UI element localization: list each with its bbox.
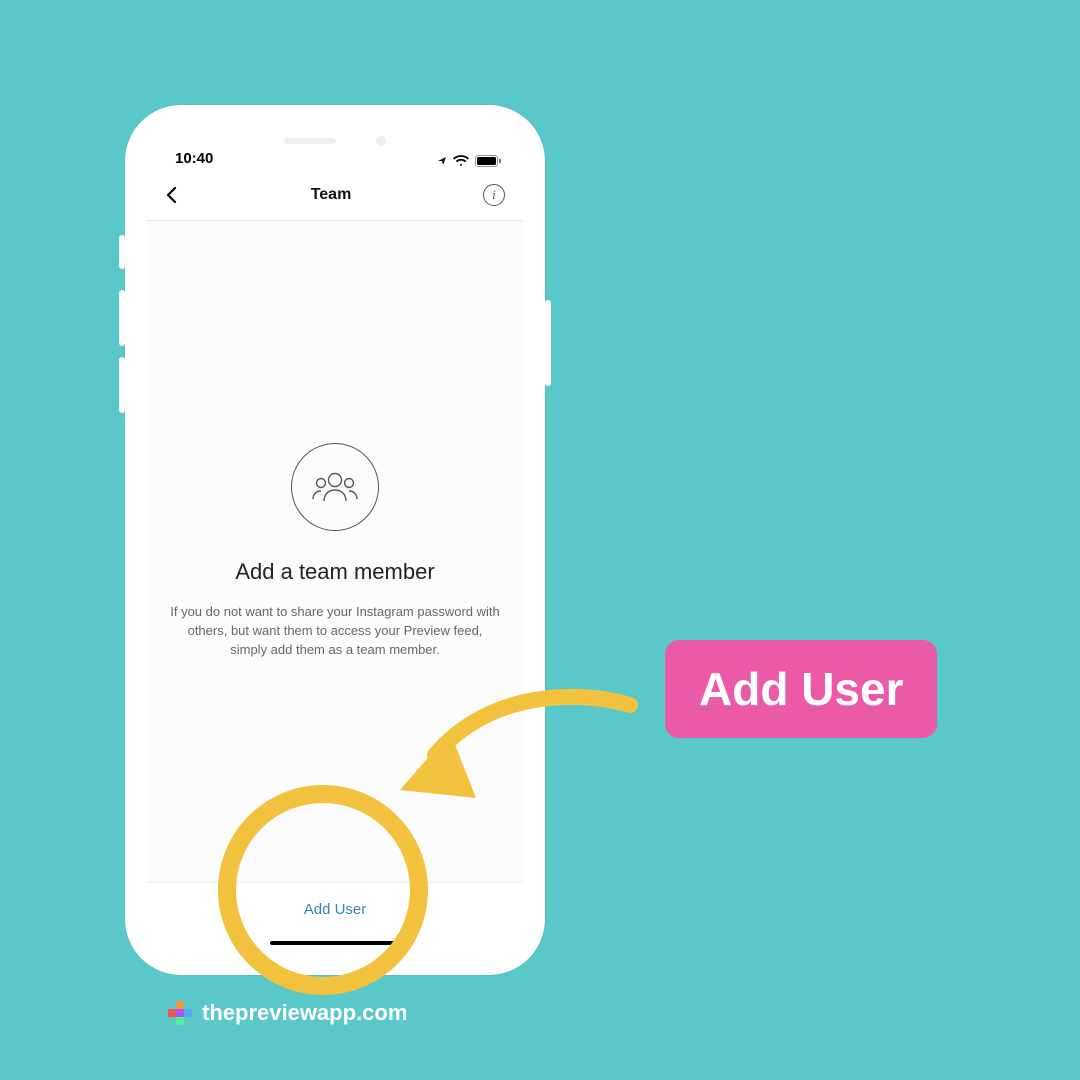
footer-brand: thepreviewapp.com	[168, 1000, 407, 1026]
back-button[interactable]	[165, 186, 179, 204]
status-indicators	[437, 155, 501, 167]
speaker-grille	[284, 138, 336, 144]
team-icon	[291, 443, 379, 531]
phone-notch	[240, 127, 430, 155]
footer-site-text: thepreviewapp.com	[202, 1000, 407, 1026]
location-icon	[437, 156, 447, 166]
empty-state-body: If you do not want to share your Instagr…	[170, 603, 500, 660]
annotation-label: Add User	[665, 640, 937, 738]
empty-state-heading: Add a team member	[235, 559, 434, 585]
people-group-icon	[312, 471, 358, 503]
info-button[interactable]: i	[483, 184, 505, 206]
status-time: 10:40	[175, 150, 213, 167]
annotation-highlight-circle	[218, 785, 428, 995]
phone-power-button	[545, 300, 551, 386]
annotation-arrow	[380, 660, 640, 820]
chevron-left-icon	[165, 186, 179, 204]
phone-volume-up	[119, 290, 125, 346]
nav-title: Team	[311, 186, 352, 204]
info-icon: i	[492, 187, 496, 203]
wifi-icon	[453, 155, 469, 167]
front-camera	[376, 136, 386, 146]
phone-volume-down	[119, 357, 125, 413]
battery-icon	[475, 155, 501, 167]
nav-header: Team i	[147, 169, 523, 221]
phone-mute-switch	[119, 235, 125, 269]
brand-logo-icon	[168, 1001, 192, 1025]
